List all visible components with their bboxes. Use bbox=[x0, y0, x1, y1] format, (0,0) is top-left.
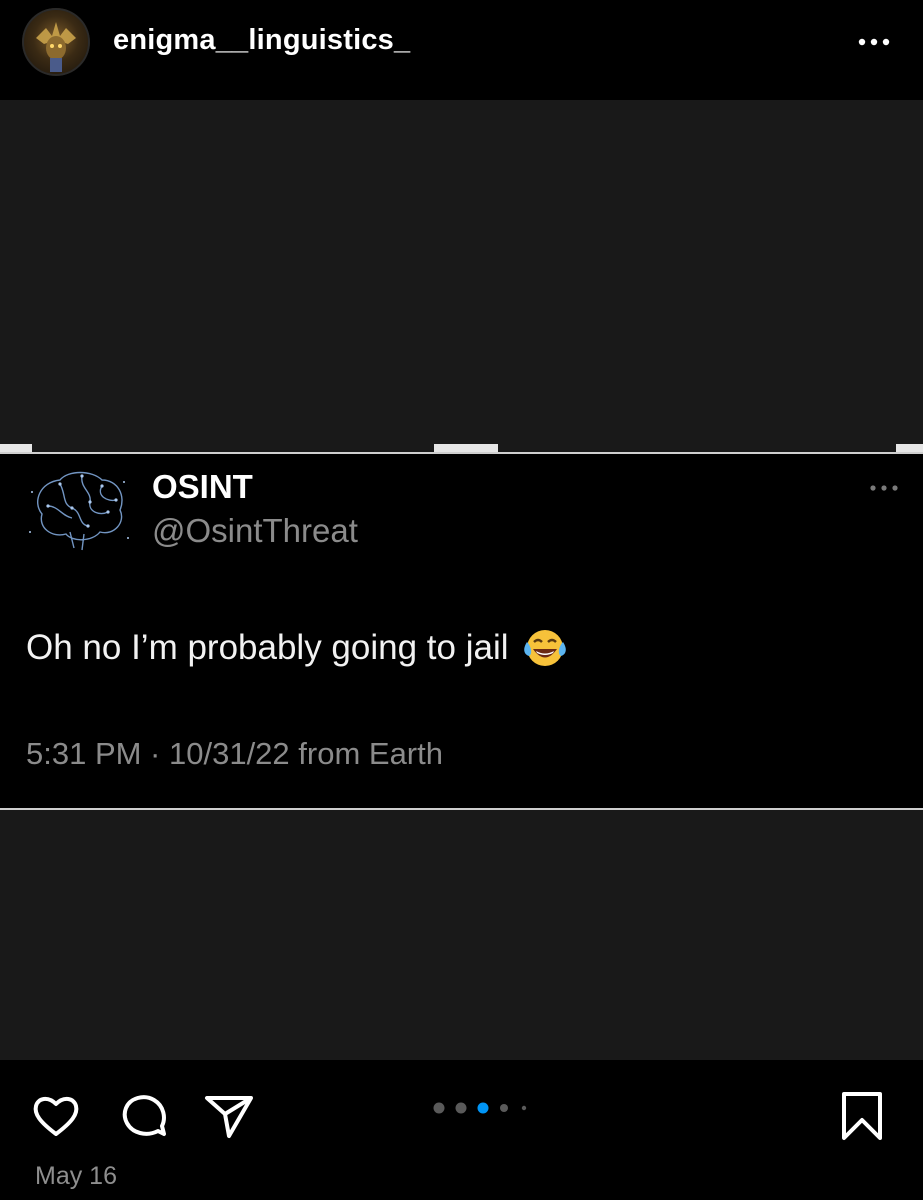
post-date: May 16 bbox=[35, 1162, 117, 1190]
post-image-bottom bbox=[0, 810, 923, 1060]
post-header: enigma__linguistics_ bbox=[0, 0, 923, 100]
tweet-body: Oh no I’m probably going to jail bbox=[26, 626, 569, 670]
tweet-timestamp: 5:31 PM · 10/31/22 from Earth bbox=[26, 736, 443, 771]
tweet-text: Oh no I’m probably going to jail bbox=[26, 628, 509, 667]
post-image-top bbox=[0, 100, 923, 452]
avatar-icon bbox=[22, 8, 90, 76]
face-with-tears-of-joy-icon bbox=[523, 630, 566, 666]
post-actions-bar: May 16 bbox=[0, 1060, 923, 1200]
carousel-indicator bbox=[433, 1102, 527, 1114]
username[interactable]: enigma__linguistics_ bbox=[113, 24, 410, 57]
brain-avatar-icon bbox=[29, 471, 129, 551]
avatar[interactable] bbox=[22, 8, 90, 76]
bookmark-icon[interactable] bbox=[836, 1090, 888, 1142]
tweet-screenshot: OSINT @OsintThreat Oh no I’m probably go… bbox=[0, 444, 923, 820]
crop-handle bbox=[434, 444, 498, 452]
send-icon[interactable] bbox=[203, 1090, 255, 1142]
crop-handle bbox=[896, 444, 923, 452]
tweet-display-name: OSINT bbox=[152, 468, 253, 505]
crop-handle bbox=[0, 444, 32, 452]
more-horizontal-icon bbox=[870, 485, 898, 491]
more-horizontal-icon[interactable] bbox=[852, 30, 896, 54]
tweet-handle: @OsintThreat bbox=[152, 512, 358, 549]
heart-icon[interactable] bbox=[30, 1090, 82, 1142]
comment-icon[interactable] bbox=[118, 1090, 170, 1142]
